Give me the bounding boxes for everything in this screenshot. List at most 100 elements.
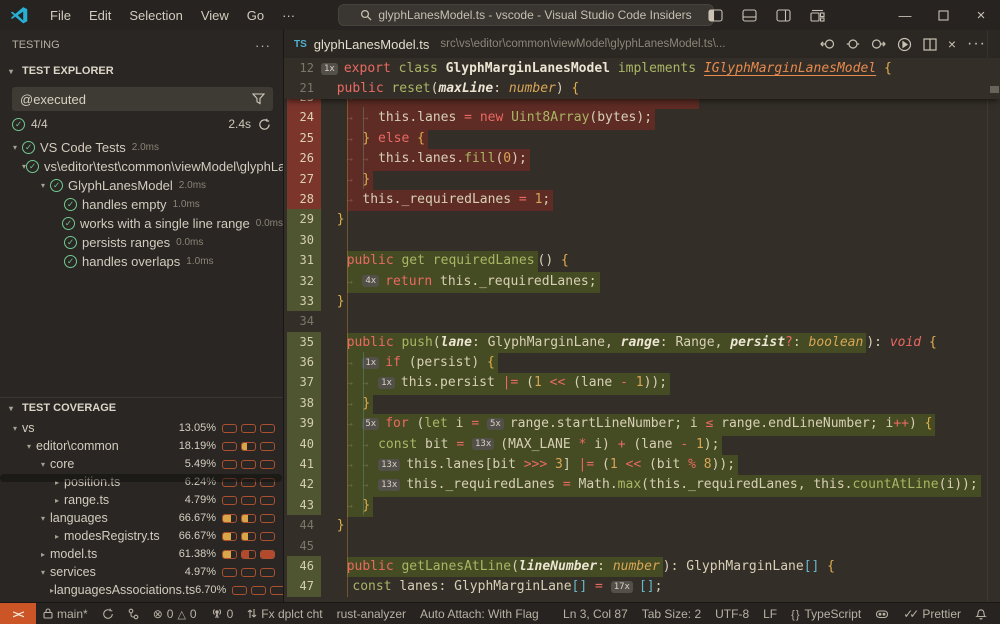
status-notifications[interactable] [968, 603, 994, 624]
code-line[interactable]: 35public push(lane: GlyphMarginLane, ran… [284, 332, 1000, 352]
status-eol[interactable]: LF [756, 603, 784, 624]
line-number[interactable]: 25 [287, 128, 321, 148]
status-scm-graph[interactable] [121, 603, 146, 624]
code-line[interactable]: 28→this._requiredLanes = 1; [284, 189, 1000, 209]
line-number[interactable]: 21 [287, 78, 321, 98]
line-number[interactable]: 23 [287, 99, 321, 107]
menu-edit[interactable]: Edit [80, 8, 120, 23]
status-sync-status[interactable] [95, 603, 121, 624]
filter-icon[interactable] [252, 93, 265, 105]
line-number[interactable]: 30 [287, 230, 321, 250]
prev-change-icon[interactable] [820, 37, 835, 51]
test-tree-item[interactable]: ▾✓VS Code Tests2.0ms [0, 138, 283, 157]
line-number[interactable]: 40 [287, 434, 321, 454]
line-number[interactable]: 44 [287, 515, 321, 535]
status-encoding[interactable]: UTF-8 [708, 603, 756, 624]
line-number[interactable]: 43 [287, 495, 321, 515]
code-line[interactable]: 31public get requiredLanes() { [284, 250, 1000, 270]
line-number[interactable]: 24 [287, 107, 321, 127]
maximize-icon[interactable] [924, 0, 962, 30]
status-copilot[interactable] [868, 603, 896, 624]
line-number[interactable]: 46 [287, 556, 321, 576]
menu-selection[interactable]: Selection [120, 8, 191, 23]
test-tree-item[interactable]: ✓works with a single line range0.0ms [0, 214, 283, 233]
status-remote-indicator[interactable]: >< [0, 603, 36, 624]
editor-scrollbar-thumb[interactable] [990, 86, 999, 93]
status-branch-status[interactable]: main* [36, 603, 95, 624]
close-editor-icon[interactable]: × [948, 36, 956, 52]
menu-view[interactable]: View [192, 8, 238, 23]
code-area[interactable]: 23→24→→this.lanes = new Uint8Array(bytes… [284, 99, 1000, 602]
refresh-icon[interactable] [258, 118, 271, 131]
code-line[interactable]: 29} [284, 209, 1000, 229]
line-number[interactable]: 41 [287, 454, 321, 474]
sticky-code-line[interactable]: 21public reset(maxLine: number) { [284, 78, 1000, 98]
test-tree-item[interactable]: ✓handles empty1.0ms [0, 195, 283, 214]
status-auto-attach[interactable]: Auto Attach: With Flag [413, 603, 546, 624]
status-tab-size[interactable]: Tab Size: 2 [635, 603, 708, 624]
line-number[interactable]: 38 [287, 393, 321, 413]
line-number[interactable]: 28 [287, 189, 321, 209]
code-line[interactable]: 25→} else { [284, 128, 1000, 148]
code-line[interactable]: 32→4xreturn this._requiredLanes; [284, 271, 1000, 291]
code-line[interactable]: 45 [284, 536, 1000, 556]
line-number[interactable]: 34 [287, 311, 321, 331]
coverage-row[interactable]: ▾services4.97% [0, 563, 283, 581]
status-rust-analyzer[interactable]: rust-analyzer [330, 603, 413, 624]
coverage-row[interactable]: ▸languagesAssociations.ts6.70% [0, 581, 283, 599]
coverage-row[interactable]: ▾core5.49% [0, 455, 283, 473]
coverage-row[interactable]: ▸model.ts61.38% [0, 545, 283, 563]
minimize-icon[interactable]: — [886, 0, 924, 30]
code-line[interactable]: 43→} [284, 495, 1000, 515]
line-number[interactable]: 37 [287, 372, 321, 392]
line-number[interactable]: 47 [287, 576, 321, 596]
menu-go[interactable]: Go [238, 8, 273, 23]
code-line[interactable]: 46public getLanesAtLine(lineNumber: numb… [284, 556, 1000, 576]
code-line[interactable]: 30 [284, 230, 1000, 250]
test-coverage-header[interactable]: ▾ TEST COVERAGE [0, 398, 283, 418]
code-line[interactable]: 39→5xfor (let i = 5xrange.startLineNumbe… [284, 413, 1000, 433]
line-number[interactable]: 35 [287, 332, 321, 352]
run-tests-icon[interactable] [897, 37, 912, 52]
status-formatter[interactable]: ✓✓Prettier [896, 603, 968, 624]
test-tree-item[interactable]: ✓handles overlaps1.0ms [0, 252, 283, 271]
status-cursor-position[interactable]: Ln 3, Col 87 [556, 603, 635, 624]
line-number[interactable]: 42 [287, 474, 321, 494]
code-line[interactable]: 40→→const bit = 13x(MAX_LANE * i) + (lan… [284, 434, 1000, 454]
line-number[interactable]: 39 [287, 413, 321, 433]
toggle-sidebar-icon[interactable] [702, 9, 728, 22]
coverage-row[interactable]: ▾vs13.05% [0, 419, 283, 437]
coverage-row[interactable]: ▸modesRegistry.ts66.67% [0, 527, 283, 545]
line-number[interactable]: 45 [287, 536, 321, 556]
test-tree-item[interactable]: ▾✓GlyphLanesModel2.0ms [0, 176, 283, 195]
menu-file[interactable]: File [41, 8, 80, 23]
status-task-status[interactable]: Fx dplct cht [240, 603, 329, 624]
toggle-secondary-sidebar-icon[interactable] [770, 9, 796, 22]
menu-[interactable]: ··· [273, 8, 304, 23]
line-number[interactable]: 27 [287, 169, 321, 189]
line-number[interactable]: 31 [287, 250, 321, 270]
status-ports[interactable]: 0 [204, 603, 241, 624]
test-tree-item[interactable]: ✓persists ranges0.0ms [0, 233, 283, 252]
line-number[interactable]: 26 [287, 148, 321, 168]
customize-layout-icon[interactable] [804, 9, 830, 22]
coverage-row[interactable]: ▸range.ts4.79% [0, 491, 283, 509]
status-problems[interactable]: ⊗0△0 [146, 603, 204, 624]
code-line[interactable]: 23→ [284, 99, 1000, 107]
line-number[interactable]: 36 [287, 352, 321, 372]
status-language-mode[interactable]: {}TypeScript [784, 603, 868, 624]
code-line[interactable]: 34 [284, 311, 1000, 331]
sidebar-horizontal-scrollbar[interactable] [0, 474, 282, 482]
toggle-panel-icon[interactable] [736, 9, 762, 22]
next-change-icon[interactable] [871, 37, 886, 51]
split-editor-icon[interactable] [923, 38, 937, 51]
coverage-row[interactable]: ▸ [0, 599, 283, 602]
line-number[interactable]: 32 [287, 271, 321, 291]
test-explorer-header[interactable]: ▾ TEST EXPLORER [0, 60, 283, 82]
code-line[interactable]: 26→→this.lanes.fill(0); [284, 148, 1000, 168]
code-line[interactable]: 47const lanes: GlyphMarginLane[] = 17x[]… [284, 576, 1000, 596]
code-line[interactable]: 24→→this.lanes = new Uint8Array(bytes); [284, 107, 1000, 127]
coverage-row[interactable]: ▾languages66.67% [0, 509, 283, 527]
code-line[interactable]: 41→→13xthis.lanes[bit >>> 3] |= (1 << (b… [284, 454, 1000, 474]
code-line[interactable]: 27→} [284, 169, 1000, 189]
